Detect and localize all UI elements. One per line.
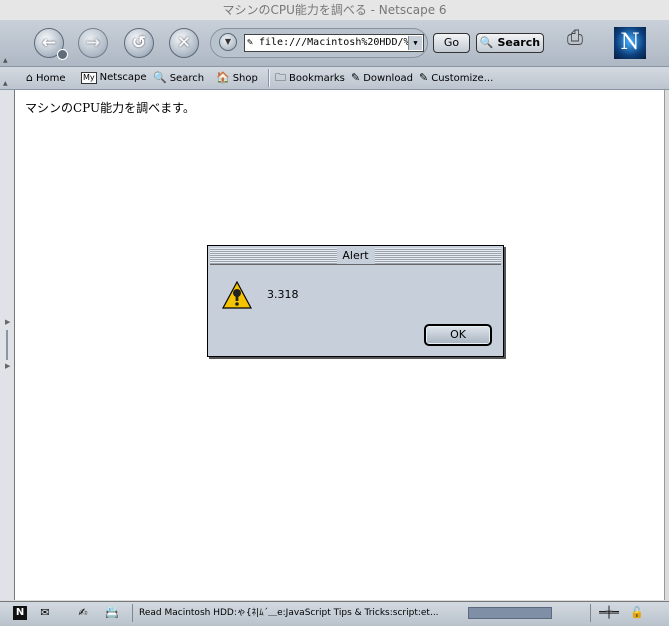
toolbar-netscape-link[interactable]: My Netscape xyxy=(81,70,147,86)
toolbar-customize-link[interactable]: ✎ Customize... xyxy=(419,70,493,86)
magnifier-icon: 🔍 xyxy=(153,71,167,84)
alert-message: 3.318 xyxy=(267,288,299,301)
bookmark-icon: ✎ xyxy=(351,71,361,84)
toolbar-home-link[interactable]: ⌂ Home xyxy=(26,70,66,86)
forward-button[interactable]: → xyxy=(78,28,108,58)
address-book-icon[interactable]: 📇 xyxy=(103,606,121,620)
sidebar-grippy[interactable] xyxy=(6,330,8,360)
toolbar-search-link[interactable]: 🔍 Search xyxy=(153,70,204,86)
alert-dialog: Alert 3.318 OK xyxy=(207,245,504,357)
url-input[interactable]: ✎ file:///Macintosh%20HDD/%9 ▼ xyxy=(244,34,424,52)
window-title-bar[interactable]: マシンのCPU能力を調べる - Netscape 6 xyxy=(0,0,669,21)
back-arrow-icon: ← xyxy=(41,33,57,53)
forward-arrow-icon: → xyxy=(85,33,101,53)
stop-button[interactable]: ✕ xyxy=(169,28,199,58)
search-button[interactable]: 🔍 Search xyxy=(476,33,544,53)
status-text: Read Macintosh HDD:ゃ{ﾈ|ﾑ´＿e:JavaScript T… xyxy=(139,608,439,618)
page-text: マシンのCPU能力を調べます。 xyxy=(25,101,195,115)
expand-sidebar-icon[interactable]: ▶ xyxy=(5,318,10,326)
shop-icon: 🏠 xyxy=(216,71,230,84)
url-value: file:///Macintosh%20HDD/%9 xyxy=(259,37,416,48)
status-divider xyxy=(132,604,133,622)
status-divider xyxy=(590,604,591,622)
print-icon[interactable]: ⎙ xyxy=(567,25,583,49)
file-icon: ✎ xyxy=(247,37,254,48)
security-lock-icon[interactable]: 🔓 xyxy=(628,606,646,620)
status-bar: N ✉ ✍ 📇 Read Macintosh HDD:ゃ{ﾈ|ﾑ´＿e:Java… xyxy=(0,601,669,626)
navigation-toolbar: ← → ↺ ✕ ▼ ✎ file:///Macintosh%20HDD/%9 ▼… xyxy=(0,20,669,67)
toolbar-download-link[interactable]: ✎ Download xyxy=(351,70,413,86)
netscape-n-icon[interactable]: N xyxy=(13,606,27,620)
back-button[interactable]: ← xyxy=(34,28,68,60)
expand-sidebar-icon[interactable]: ▶ xyxy=(5,362,10,370)
house-icon: ⌂ xyxy=(26,71,33,84)
progress-bar xyxy=(468,607,552,619)
toolbar-bookmarks-menu[interactable]: 🗀 Bookmarks xyxy=(275,70,345,86)
magnifier-icon: 🔍 xyxy=(479,36,494,49)
sidebar-collapsed[interactable]: ▶ ▶ xyxy=(0,90,15,600)
alert-title-bar[interactable]: Alert xyxy=(210,248,501,265)
ok-button[interactable]: OK xyxy=(424,324,492,346)
warning-icon xyxy=(222,280,252,309)
my-netscape-icon: My xyxy=(81,72,97,84)
reload-icon: ↺ xyxy=(131,33,147,53)
toolbar-grip[interactable] xyxy=(2,20,12,66)
mail-icon[interactable]: ✉ xyxy=(36,606,54,620)
browser-window: マシンのCPU能力を調べる - Netscape 6 ← → ↺ ✕ ▼ ✎ f… xyxy=(0,0,669,626)
stop-icon: ✕ xyxy=(176,33,192,53)
personal-toolbar-grip[interactable] xyxy=(2,67,12,89)
alert-title: Alert xyxy=(336,248,375,264)
netscape-throbber[interactable]: N xyxy=(614,27,646,59)
back-history-dropdown[interactable] xyxy=(57,49,68,60)
go-button[interactable]: Go xyxy=(433,33,470,53)
reload-button[interactable]: ↺ xyxy=(124,28,154,58)
chevron-down-icon: ▼ xyxy=(224,37,232,46)
folder-icon: 🗀 xyxy=(275,71,286,84)
toolbar-separator xyxy=(268,69,270,87)
online-status-icon[interactable]: ═╪═ xyxy=(597,606,621,620)
toolbar-shop-link[interactable]: 🏠 Shop xyxy=(216,70,258,86)
url-dropdown-arrow[interactable]: ▼ xyxy=(408,36,422,50)
composer-icon[interactable]: ✍ xyxy=(74,606,92,620)
window-title: マシンのCPU能力を調べる - Netscape 6 xyxy=(222,3,447,17)
bookmark-icon: ✎ xyxy=(419,71,429,84)
url-history-button[interactable]: ▼ xyxy=(219,33,237,51)
